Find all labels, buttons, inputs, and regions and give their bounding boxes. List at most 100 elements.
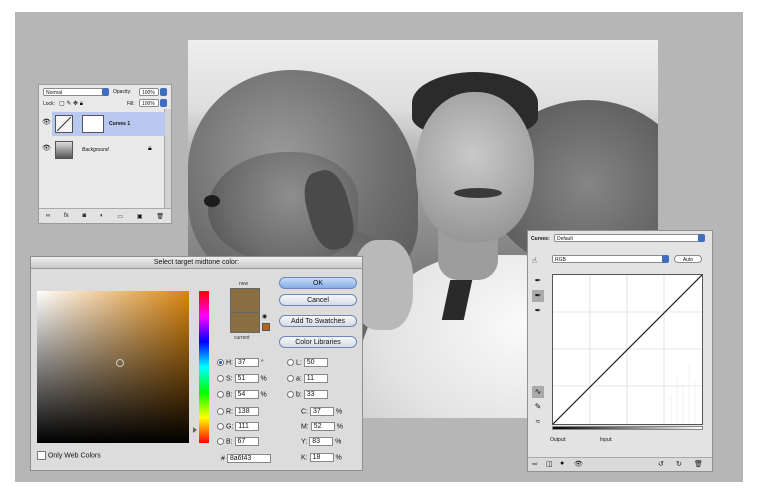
curves-preset-arrow[interactable] xyxy=(698,234,705,242)
add-to-swatches-button[interactable]: Add To Swatches xyxy=(279,315,357,327)
red-row[interactable]: R: 138 xyxy=(217,407,259,417)
blend-mode-select[interactable]: Normal xyxy=(43,88,107,96)
only-web-colors-row[interactable]: Only Web Colors xyxy=(37,451,101,460)
lab-a-field[interactable]: 11 xyxy=(303,374,328,383)
green-radio[interactable] xyxy=(217,423,224,430)
color-libraries-button[interactable]: Color Libraries xyxy=(279,336,357,348)
cyan-row[interactable]: C: 37 % xyxy=(301,407,342,417)
green-field[interactable]: 111 xyxy=(235,422,260,431)
channel-arrow[interactable] xyxy=(662,255,669,263)
hex-field[interactable]: 8a6f43 xyxy=(226,454,271,463)
hand-target-icon[interactable]: ☝︎ xyxy=(532,256,537,265)
new-layer-icon[interactable]: ▣ xyxy=(137,213,143,220)
brightness-row[interactable]: B: 54 % xyxy=(217,390,267,400)
curve-point-tool-icon[interactable]: ∿ xyxy=(532,386,544,398)
lab-a-radio[interactable] xyxy=(287,375,294,382)
new-color-label: new xyxy=(239,281,249,287)
blue-field[interactable]: 67 xyxy=(234,437,259,446)
curves-preset-label: Curves: xyxy=(531,236,550,242)
blue-label: B: xyxy=(225,438,233,446)
lab-b-label: b: xyxy=(295,391,302,399)
magenta-row[interactable]: M: 52 % xyxy=(301,422,343,432)
link-icon[interactable]: ∞ xyxy=(46,213,50,219)
hue-slider-arrow[interactable] xyxy=(193,427,197,433)
saturation-radio[interactable] xyxy=(217,375,224,382)
only-web-colors-checkbox[interactable] xyxy=(37,451,46,460)
reset-icon[interactable]: ● xyxy=(560,460,564,467)
layers-scrollbar[interactable] xyxy=(164,109,171,209)
blue-radio[interactable] xyxy=(217,438,224,445)
fx-icon[interactable]: fx xyxy=(64,213,69,219)
lab-b-field[interactable]: 33 xyxy=(303,390,328,399)
lab-b-row[interactable]: b: 33 xyxy=(287,390,328,400)
clip-to-layer-icon[interactable]: ⇨ xyxy=(532,460,538,468)
web-safe-swatch[interactable] xyxy=(262,323,270,331)
lab-b-radio[interactable] xyxy=(287,391,294,398)
auto-button[interactable]: Auto xyxy=(674,255,702,263)
ok-button[interactable]: OK xyxy=(279,277,357,289)
curves-preset-select[interactable]: Default xyxy=(554,234,704,242)
red-field[interactable]: 138 xyxy=(234,407,259,416)
color-selection-ring[interactable] xyxy=(116,359,124,367)
color-field[interactable] xyxy=(37,291,189,443)
lab-l-row[interactable]: L: 50 xyxy=(287,358,328,368)
layer-row-curves[interactable]: 👁︎ Curves 1 xyxy=(42,112,165,136)
visibility-eye-icon[interactable]: 👁︎ xyxy=(574,460,583,468)
view-previous-icon[interactable]: ◫ xyxy=(546,460,553,468)
cancel-button[interactable]: Cancel xyxy=(279,294,357,306)
brightness-radio[interactable] xyxy=(217,391,224,398)
green-label: G: xyxy=(225,423,234,431)
gray-eyedropper-icon[interactable]: ✒︎ xyxy=(532,290,544,302)
group-icon[interactable]: ▭ xyxy=(117,213,123,220)
dialog-title: Select target midtone color: xyxy=(31,257,362,269)
smooth-icon[interactable]: ≈ xyxy=(532,416,544,428)
visibility-eye-icon[interactable]: 👁︎ xyxy=(42,118,51,126)
reset-to-default-icon[interactable]: ↻ xyxy=(676,460,682,468)
hue-field[interactable]: 37 xyxy=(234,358,259,367)
lab-a-row[interactable]: a: 11 xyxy=(287,374,328,384)
red-radio[interactable] xyxy=(217,408,224,415)
white-eyedropper-icon[interactable]: ✒︎ xyxy=(532,305,544,317)
layer-row-background[interactable]: 👁︎ Background 🔒︎ xyxy=(42,138,165,162)
opacity-arrow[interactable] xyxy=(160,88,167,96)
trash-icon[interactable]: 🗑︎ xyxy=(694,460,703,468)
hue-radio[interactable] xyxy=(217,359,224,366)
current-color-swatch[interactable] xyxy=(230,313,260,333)
hex-row[interactable]: # 8a6f43 xyxy=(221,454,271,464)
blue-row[interactable]: B: 67 xyxy=(217,437,259,447)
lab-l-radio[interactable] xyxy=(287,359,294,366)
lab-l-label: L: xyxy=(295,359,302,367)
curves-graph[interactable] xyxy=(552,274,703,425)
yellow-row[interactable]: Y: 83 % xyxy=(301,437,341,447)
hue-row[interactable]: H: 37 ° xyxy=(217,358,264,368)
trash-icon[interactable]: 🗑︎ xyxy=(156,213,164,220)
lock-icons[interactable]: ▢ ✎ ✥ 🔒︎ xyxy=(59,100,83,108)
cyan-field[interactable]: 37 xyxy=(309,407,334,416)
saturation-field[interactable]: 51 xyxy=(234,374,259,383)
yellow-field[interactable]: 83 xyxy=(309,437,334,446)
pencil-tool-icon[interactable]: ✎ xyxy=(532,401,544,413)
magenta-field[interactable]: 52 xyxy=(310,422,335,431)
layers-footer: ∞ fx ◙ ◐ ▭ ▣ 🗑︎ xyxy=(39,208,171,223)
opacity-field[interactable]: 100% xyxy=(139,88,159,96)
fill-field[interactable]: 100% xyxy=(139,99,159,107)
only-web-colors-label: Only Web Colors xyxy=(47,452,101,460)
adjustment-icon[interactable]: ◐ xyxy=(100,213,104,219)
brightness-field[interactable]: 54 xyxy=(234,390,259,399)
green-row[interactable]: G: 111 xyxy=(217,422,260,432)
fill-arrow[interactable] xyxy=(160,99,167,107)
black-eyedropper-icon[interactable]: ✒︎ xyxy=(532,275,544,287)
lab-l-field[interactable]: 50 xyxy=(303,358,328,367)
brightness-label: B: xyxy=(225,391,233,399)
black-field[interactable]: 18 xyxy=(309,453,334,462)
gamut-warning-icon[interactable]: ◉ xyxy=(262,313,267,320)
saturation-row[interactable]: S: 51 % xyxy=(217,374,267,384)
blend-mode-arrow[interactable] xyxy=(102,88,109,96)
mask-icon[interactable]: ◙ xyxy=(83,213,87,219)
visibility-eye-icon[interactable]: 👁︎ xyxy=(42,144,51,152)
black-row[interactable]: K: 18 % xyxy=(301,453,342,463)
hue-slider[interactable] xyxy=(199,291,209,443)
previous-state-icon[interactable]: ↺ xyxy=(658,460,664,468)
tone-curve[interactable] xyxy=(552,274,703,425)
channel-select[interactable]: RGB xyxy=(552,255,668,263)
